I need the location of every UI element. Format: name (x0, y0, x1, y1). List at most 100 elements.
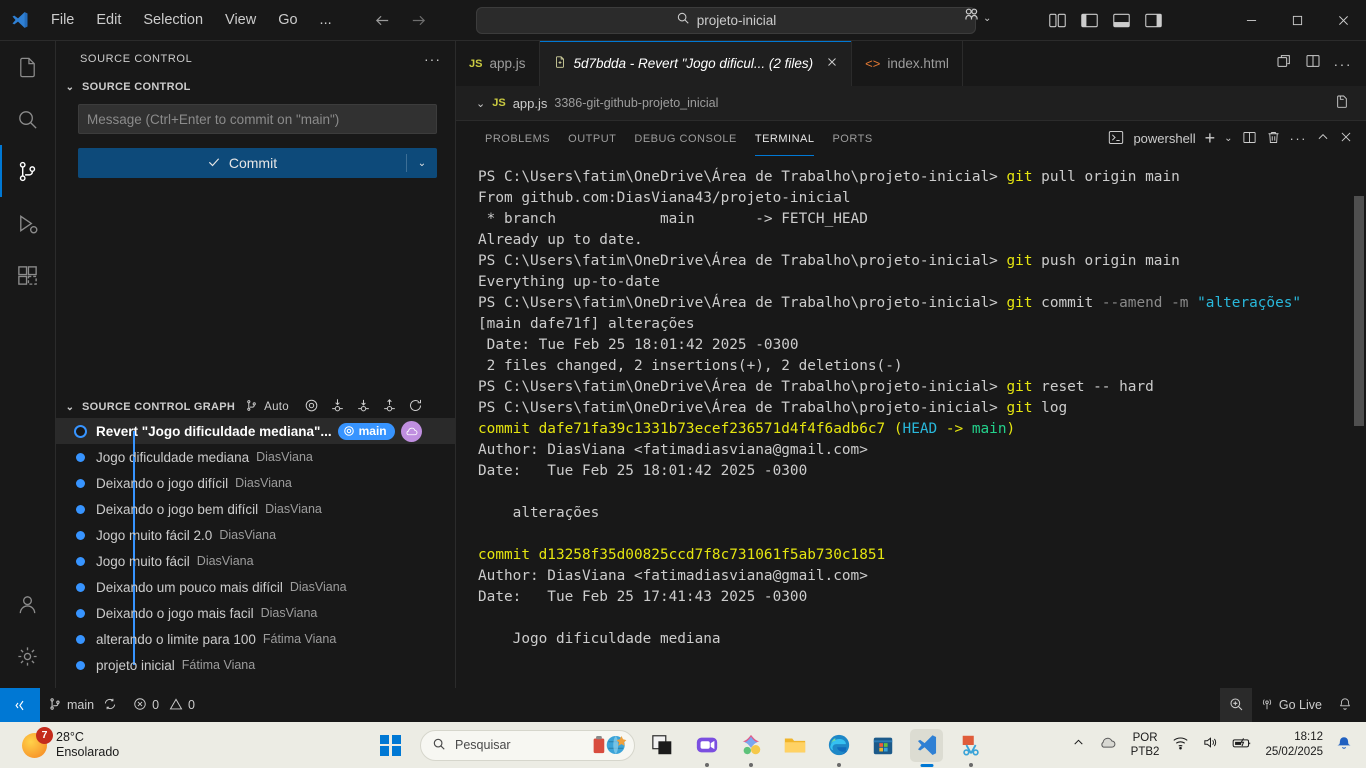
chevron-up-icon[interactable] (1316, 130, 1330, 147)
menu-go[interactable]: Go (267, 6, 308, 34)
snipping-tool-icon[interactable] (954, 729, 987, 767)
menu-file[interactable]: File (40, 6, 85, 34)
bell-icon[interactable] (1336, 735, 1352, 756)
graph-commit-row[interactable]: Jogo dificuldade mediana DiasViana (56, 444, 456, 483)
close-icon[interactable] (1339, 130, 1353, 147)
wifi-icon[interactable] (1172, 735, 1189, 755)
status-branch[interactable]: main (40, 688, 125, 722)
close-icon[interactable] (826, 56, 838, 71)
menu-view[interactable]: View (214, 6, 267, 34)
editor-tab-commit-diff[interactable]: 5d7bdda - Revert "Jogo dificul... (2 fil… (539, 41, 853, 86)
fetch-icon[interactable] (304, 398, 319, 416)
split-editor-icon[interactable] (1305, 53, 1321, 74)
graph-commit-row[interactable]: Jogo muito fácil 2.0 DiasViana (56, 522, 456, 561)
customize-layout-icon[interactable] (1044, 8, 1070, 34)
tab-debug-console[interactable]: DEBUG CONSOLE (625, 121, 745, 156)
graph-commit-row[interactable]: Deixando o jogo mais facil DiasViana (56, 600, 456, 639)
show-hidden-icons-icon[interactable] (1072, 736, 1085, 754)
tab-ports[interactable]: PORTS (823, 121, 881, 156)
cloud-icon[interactable] (400, 420, 422, 442)
menu-more[interactable]: ... (309, 6, 343, 34)
chevron-down-icon[interactable]: ⌄ (1224, 133, 1232, 144)
taskbar-search-input[interactable]: Pesquisar (420, 729, 635, 761)
graph-commit-row[interactable]: Deixando o jogo difícil DiasViana (56, 470, 456, 509)
tab-terminal[interactable]: TERMINAL (746, 121, 824, 156)
volume-icon[interactable] (1202, 735, 1219, 755)
refresh-icon[interactable] (408, 398, 423, 416)
edge-icon[interactable] (822, 729, 855, 767)
new-terminal-icon[interactable]: + (1205, 128, 1216, 149)
status-screencast[interactable] (1219, 688, 1252, 722)
menu-edit[interactable]: Edit (85, 6, 132, 34)
accounts-button[interactable] (0, 578, 56, 630)
widgets-icon[interactable] (592, 734, 628, 756)
open-changes-icon[interactable] (1333, 94, 1349, 113)
status-notifications[interactable] (1330, 688, 1366, 722)
tab-problems[interactable]: PROBLEMS (476, 121, 559, 156)
more-actions-icon[interactable]: ··· (1334, 56, 1353, 72)
sidebar-more-actions-icon[interactable]: ··· (424, 51, 441, 67)
graph-commit-row[interactable]: Jogo muito fácil DiasViana (56, 548, 456, 587)
copilot-icon[interactable] (734, 729, 767, 767)
graph-commit-row[interactable]: projeto inicial Fátima Viana (56, 652, 456, 678)
terminal-output-area[interactable]: PS C:\Users\fatim\OneDrive\Área de Traba… (456, 156, 1366, 689)
accounts-menu[interactable]: ⌄ (962, 6, 991, 30)
graph-commit-row[interactable]: alterando o limite para 100 Fátima Viana (56, 626, 456, 665)
sidebar-item-search[interactable] (0, 93, 56, 145)
js-file-icon: JS (469, 57, 483, 70)
remote-window-button[interactable] (0, 688, 40, 722)
battery-icon[interactable] (1232, 736, 1252, 755)
gear-icon[interactable] (0, 630, 56, 682)
graph-commit-row[interactable]: Revert "Jogo dificuldade mediana"... main (56, 418, 456, 457)
graph-commit-row[interactable]: Deixando um pouco mais difícil DiasViana (56, 574, 456, 613)
chevron-down-icon[interactable]: ⌄ (476, 97, 485, 110)
command-center-search[interactable]: projeto-inicial (476, 7, 976, 34)
microsoft-store-icon[interactable] (866, 729, 899, 762)
onedrive-icon[interactable] (1098, 735, 1118, 755)
vscode-icon[interactable] (910, 728, 943, 767)
window-minimize-button[interactable] (1228, 0, 1274, 41)
taskbar-weather-widget[interactable]: 7 28°C Ensolarado (0, 726, 119, 760)
taskbar-language-indicator[interactable]: POR PTB2 (1131, 731, 1160, 759)
terminal-scrollbar[interactable] (1354, 196, 1364, 426)
source-control-graph-header[interactable]: ⌄ SOURCE CONTROL GRAPH Auto (56, 393, 456, 421)
split-terminal-icon[interactable] (1242, 130, 1257, 148)
terminal-line: commit d13258f35d00825ccd7f8c731061f5ab7… (478, 545, 1366, 566)
graph-commit-row[interactable]: Deixando o jogo bem difícil DiasViana (56, 496, 456, 535)
task-view-icon[interactable] (646, 729, 679, 762)
status-problems[interactable]: 0 0 (125, 688, 203, 722)
commit-button[interactable]: Commit ⌄ (78, 148, 437, 178)
toggle-panel-icon[interactable] (1108, 8, 1134, 34)
editor-tab-index-html[interactable]: <> index.html (852, 41, 963, 86)
commit-message-input[interactable]: Message (Ctrl+Enter to commit on "main") (78, 104, 437, 134)
zoom-icon[interactable] (690, 729, 723, 767)
sidebar-item-extensions[interactable] (0, 249, 56, 301)
toggle-primary-sidebar-icon[interactable] (1076, 8, 1102, 34)
editor-tab-app-js[interactable]: JS app.js (456, 41, 540, 86)
trash-icon[interactable] (1266, 130, 1281, 148)
windows-start-icon[interactable] (380, 734, 401, 756)
more-actions-icon[interactable]: ··· (1290, 131, 1308, 146)
arrow-left-icon[interactable] (369, 8, 397, 32)
push-up-icon[interactable] (382, 398, 397, 416)
sidebar-item-run-and-debug[interactable] (0, 197, 56, 249)
sidebar-item-explorer[interactable] (0, 41, 56, 93)
pull-down-icon[interactable] (356, 398, 371, 416)
taskbar-clock[interactable]: 18:12 25/02/2025 (1265, 730, 1323, 760)
window-close-button[interactable] (1320, 0, 1366, 41)
split-editor-right-icon[interactable] (1276, 53, 1292, 74)
sync-icon[interactable] (103, 697, 117, 714)
branch-badge[interactable]: main (337, 422, 395, 440)
source-control-section-header[interactable]: ⌄ SOURCE CONTROL (56, 76, 455, 98)
window-maximize-button[interactable] (1274, 0, 1320, 41)
chevron-down-icon[interactable]: ⌄ (407, 158, 437, 169)
status-go-live[interactable]: Go Live (1252, 688, 1330, 722)
breadcrumb-file[interactable]: app.js (513, 96, 548, 111)
menu-selection[interactable]: Selection (132, 6, 214, 34)
tab-output[interactable]: OUTPUT (559, 121, 625, 156)
file-explorer-icon[interactable] (778, 729, 811, 762)
arrow-right-icon[interactable] (405, 8, 433, 32)
sidebar-item-source-control[interactable] (0, 145, 56, 197)
toggle-secondary-sidebar-icon[interactable] (1140, 8, 1166, 34)
pull-icon[interactable] (330, 398, 345, 416)
